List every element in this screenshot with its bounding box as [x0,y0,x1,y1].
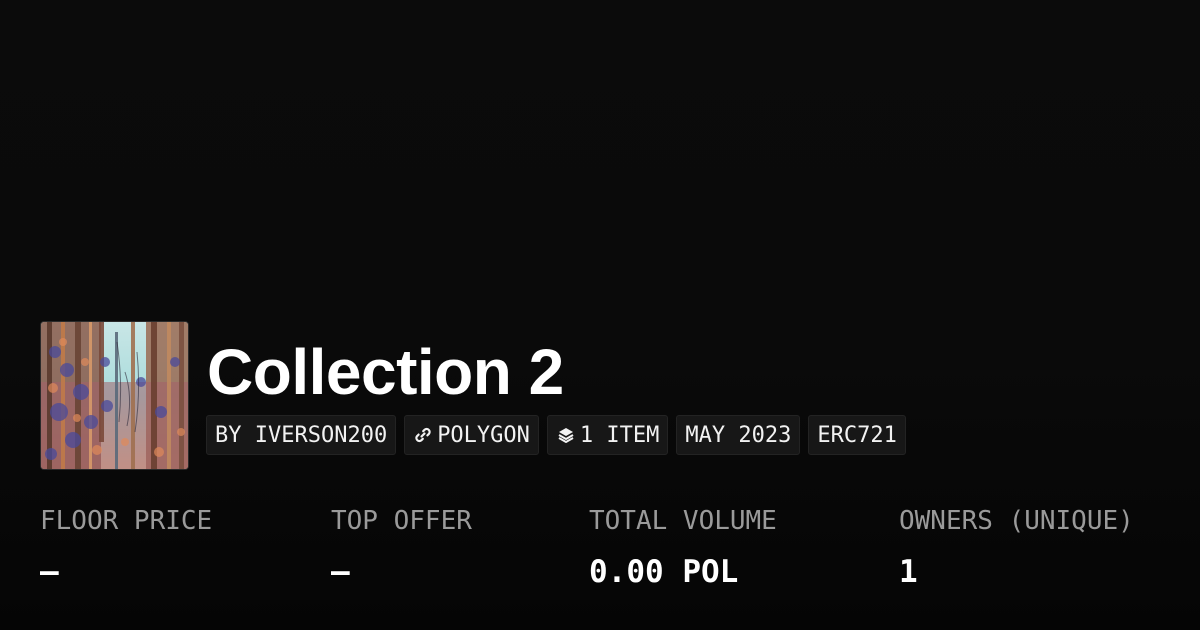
items-label: 1 ITEM [579,422,660,448]
artwork-image [41,322,188,469]
stat-owners: OWNERS (UNIQUE) 1 [899,503,1134,591]
stat-value: – [40,554,59,590]
stat-label: TOTAL VOLUME [589,506,777,536]
stat-label: OWNERS (UNIQUE) [899,506,1134,536]
layers-icon [556,425,576,445]
standard-label: ERC721 [817,422,897,448]
link-icon [413,425,433,445]
stat-value: 1 [899,554,918,590]
creator-label: BY IVERSON200 [215,422,388,448]
items-chip[interactable]: 1 ITEM [546,415,669,455]
stat-floor-price: FLOOR PRICE – [40,503,212,591]
stat-value: 0.00 POL [589,554,739,590]
stat-value: – [331,554,350,590]
creator-chip[interactable]: BY IVERSON200 [206,415,397,455]
chain-chip[interactable]: POLYGON [404,415,539,455]
stat-label: TOP OFFER [331,506,472,536]
stat-top-offer: TOP OFFER – [331,503,472,591]
chain-label: POLYGON [437,422,530,448]
stat-total-volume: TOTAL VOLUME 0.00 POL [589,503,777,591]
stat-label: FLOOR PRICE [40,506,213,536]
date-chip: MAY 2023 [676,415,801,455]
collection-thumbnail [40,321,189,470]
standard-chip: ERC721 [808,415,906,455]
collection-meta-chips: BY IVERSON200 POLYGON 1 ITEM MAY 2023 ER… [206,415,906,455]
collection-title: Collection 2 [207,336,564,408]
date-label: MAY 2023 [685,422,792,448]
